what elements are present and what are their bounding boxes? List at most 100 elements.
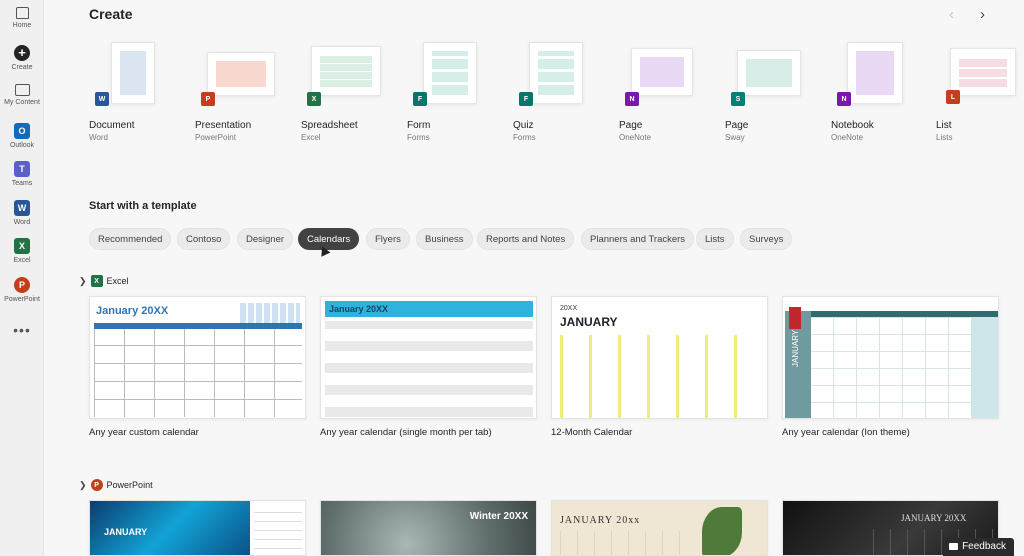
feedback-icon bbox=[949, 542, 959, 550]
more-apps-button[interactable]: ••• bbox=[0, 322, 44, 338]
rail-label: Word bbox=[13, 219, 31, 226]
create-sway-page[interactable]: S Page Sway bbox=[725, 36, 825, 146]
chip-recommended[interactable]: Recommended bbox=[89, 228, 172, 250]
slide-heading: JANUARY 20XX bbox=[901, 513, 967, 523]
page-title: Create bbox=[89, 6, 133, 22]
powerpoint-icon: P bbox=[201, 92, 215, 106]
thumb-inner bbox=[320, 55, 372, 87]
create-item-app: OneNote bbox=[831, 133, 864, 142]
feedback-button[interactable]: Feedback bbox=[943, 538, 1014, 556]
rail-item-excel[interactable]: X Excel bbox=[0, 238, 44, 264]
excel-icon: X bbox=[14, 238, 30, 254]
chip-business[interactable]: Business bbox=[416, 228, 473, 250]
create-thumbnail bbox=[423, 42, 477, 104]
template-card[interactable]: JANUARY 20xx bbox=[551, 500, 768, 556]
thumb-inner bbox=[959, 57, 1007, 87]
create-notebook[interactable]: N Notebook OneNote bbox=[831, 36, 931, 146]
template-caption: Any year custom calendar bbox=[89, 427, 199, 438]
scroll-next-button[interactable]: › bbox=[980, 6, 985, 23]
create-item-name: Page bbox=[725, 120, 749, 131]
chip-surveys[interactable]: Surveys bbox=[740, 228, 793, 250]
word-icon: W bbox=[95, 92, 109, 106]
create-icon: + bbox=[14, 45, 30, 61]
template-preview: January 20XX bbox=[89, 296, 306, 419]
create-item-name: Quiz bbox=[513, 120, 534, 131]
create-form[interactable]: F Form Forms bbox=[407, 36, 507, 146]
template-card[interactable]: 20XX JANUARY 12-Month Calendar bbox=[551, 296, 768, 438]
create-item-name: Form bbox=[407, 120, 431, 131]
create-item-app: Lists bbox=[936, 133, 953, 142]
create-thumbnail bbox=[207, 52, 275, 96]
template-caption: Any year calendar (Ion theme) bbox=[782, 427, 910, 438]
onenote-icon: N bbox=[625, 92, 639, 106]
template-card[interactable]: JANUARY Any year calendar (Ion theme) bbox=[782, 296, 999, 438]
slide-notes bbox=[254, 507, 302, 555]
chip-reports-and-notes[interactable]: Reports and Notes bbox=[477, 228, 575, 250]
powerpoint-icon: P bbox=[14, 277, 30, 293]
create-thumbnail bbox=[631, 48, 693, 96]
template-preview: JANUARY bbox=[782, 296, 999, 419]
rail-item-powerpoint[interactable]: P PowerPoint bbox=[0, 277, 44, 303]
template-card[interactable]: January 20XX Any year calendar (single m… bbox=[320, 296, 537, 438]
create-presentation[interactable]: P Presentation PowerPoint bbox=[195, 36, 295, 146]
chip-planners-and-trackers[interactable]: Planners and Trackers bbox=[581, 228, 695, 250]
template-card[interactable]: Winter 20XX bbox=[320, 500, 537, 556]
create-thumbnail bbox=[111, 42, 155, 104]
chip-designer[interactable]: Designer bbox=[237, 228, 294, 250]
rail-item-create[interactable]: + Create bbox=[0, 45, 44, 71]
rail-label: Outlook bbox=[9, 142, 35, 149]
template-card[interactable]: JANUARY bbox=[89, 500, 306, 556]
slide-grid bbox=[560, 531, 680, 555]
feedback-label: Feedback bbox=[962, 541, 1006, 552]
powerpoint-icon: P bbox=[90, 479, 103, 491]
rail-item-teams[interactable]: T Teams bbox=[0, 161, 44, 187]
rail-label: Home bbox=[12, 22, 32, 29]
calendar-notes-column bbox=[971, 317, 998, 418]
slide-heading: Winter 20XX bbox=[469, 511, 528, 522]
create-item-app: Forms bbox=[407, 133, 430, 142]
calendar-grid bbox=[325, 321, 533, 417]
calendar-grid bbox=[560, 335, 760, 418]
thumb-inner bbox=[538, 51, 574, 95]
excel-group-header[interactable]: ❯ X Excel bbox=[79, 275, 129, 287]
calendar-year: 20XX bbox=[560, 305, 578, 312]
calendar-heading: JANUARY bbox=[560, 315, 618, 329]
template-preview: Winter 20XX bbox=[320, 500, 537, 556]
calendar-heading: January 20XX bbox=[96, 305, 169, 317]
create-row: W Document Word P Presentation PowerPoin… bbox=[89, 36, 1024, 146]
thumb-inner bbox=[856, 51, 894, 95]
powerpoint-group-header[interactable]: ❯ P PowerPoint bbox=[79, 479, 153, 491]
create-item-name: Notebook bbox=[831, 120, 874, 131]
create-spreadsheet[interactable]: X Spreadsheet Excel bbox=[301, 36, 401, 146]
rail-item-outlook[interactable]: O Outlook bbox=[0, 123, 44, 149]
calendar-ribbon bbox=[789, 307, 801, 329]
rail-item-home[interactable]: Home bbox=[0, 7, 44, 29]
create-thumbnail bbox=[737, 50, 801, 96]
rail-label: Create bbox=[11, 64, 33, 71]
create-item-name: Document bbox=[89, 120, 135, 131]
main-content: Create ‹ › W Document Word P Presentatio… bbox=[44, 0, 1024, 556]
create-quiz[interactable]: F Quiz Forms bbox=[513, 36, 613, 146]
create-thumbnail bbox=[950, 48, 1016, 96]
create-onenote-page[interactable]: N Page OneNote bbox=[619, 36, 719, 146]
template-preview: JANUARY bbox=[89, 500, 306, 556]
slide-heading: JANUARY 20xx bbox=[560, 515, 641, 526]
chip-lists[interactable]: Lists bbox=[696, 228, 734, 250]
rail-item-my-content[interactable]: My Content bbox=[0, 84, 44, 106]
template-card[interactable]: January 20XX Any year custom calendar bbox=[89, 296, 306, 438]
app-rail: Home + Create My Content O Outlook T Tea… bbox=[0, 0, 44, 556]
create-list[interactable]: L List Lists bbox=[936, 36, 1024, 146]
create-document[interactable]: W Document Word bbox=[89, 36, 189, 146]
chip-contoso[interactable]: Contoso bbox=[177, 228, 231, 250]
mini-calendars bbox=[240, 303, 300, 323]
lists-icon: L bbox=[946, 90, 960, 104]
chip-flyers[interactable]: Flyers bbox=[366, 228, 410, 250]
thumb-inner bbox=[216, 61, 266, 87]
scroll-prev-button[interactable]: ‹ bbox=[949, 6, 954, 23]
forms-icon: F bbox=[519, 92, 533, 106]
rail-item-word[interactable]: W Word bbox=[0, 200, 44, 226]
teams-icon: T bbox=[14, 161, 30, 177]
thumb-inner bbox=[120, 51, 146, 95]
create-item-app: Sway bbox=[725, 133, 745, 142]
chip-calendars[interactable]: Calendars bbox=[298, 228, 360, 250]
